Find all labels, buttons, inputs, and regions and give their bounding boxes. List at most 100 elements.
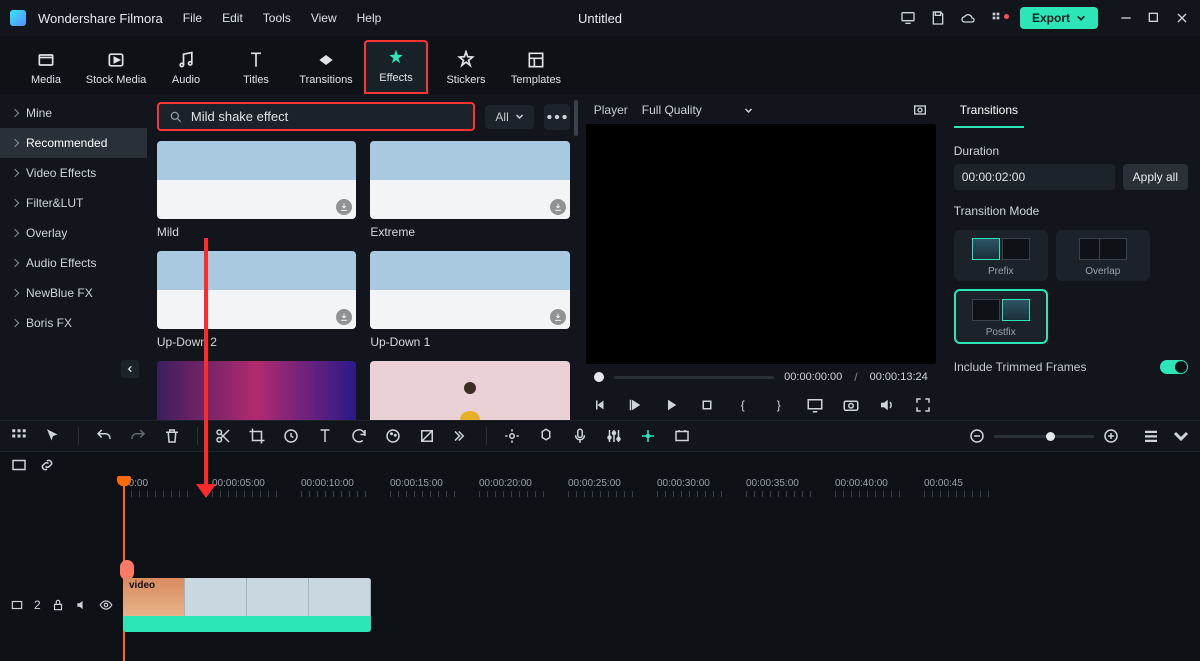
play-prev-button[interactable]: [626, 396, 644, 414]
volume-button[interactable]: [878, 396, 896, 414]
keyframe-button[interactable]: [503, 427, 521, 445]
prev-frame-button[interactable]: [590, 396, 608, 414]
tab-effects[interactable]: Effects: [364, 40, 428, 94]
mode-prefix[interactable]: Prefix: [954, 230, 1048, 281]
search-box[interactable]: [157, 102, 476, 131]
sidebar-item-recommended[interactable]: Recommended: [0, 128, 147, 158]
track-visibility-icon[interactable]: [99, 598, 113, 612]
scrollbar-thumb[interactable]: [574, 100, 578, 136]
more-tools-icon[interactable]: [452, 427, 470, 445]
auto-ripple-button[interactable]: [639, 427, 657, 445]
window-close-icon[interactable]: [1174, 10, 1190, 26]
undo-button[interactable]: [95, 427, 113, 445]
mark-out-button[interactable]: }: [770, 396, 788, 414]
monitor-icon[interactable]: [900, 10, 916, 26]
track-view-chevron-icon[interactable]: [1172, 427, 1190, 445]
effect-card-6[interactable]: [370, 361, 569, 420]
menu-view[interactable]: View: [311, 11, 337, 25]
marker-button[interactable]: [537, 427, 555, 445]
more-options-button[interactable]: [544, 104, 570, 130]
apps-icon[interactable]: [990, 10, 1006, 26]
fullscreen-button[interactable]: [914, 396, 932, 414]
tab-transitions[interactable]: Transitions: [294, 44, 358, 94]
current-time: 00:00:00:00: [784, 371, 842, 383]
sidebar-item-overlay[interactable]: Overlay: [0, 218, 147, 248]
split-button[interactable]: [214, 427, 232, 445]
sidebar-item-filter-lut[interactable]: Filter&LUT: [0, 188, 147, 218]
rotate-button[interactable]: [350, 427, 368, 445]
track-mute-icon[interactable]: [75, 598, 89, 612]
mark-in-button[interactable]: {: [734, 396, 752, 414]
color-button[interactable]: [384, 427, 402, 445]
zoom-out-button[interactable]: [968, 427, 986, 445]
sidebar-item-mine[interactable]: Mine: [0, 98, 147, 128]
mode-overlap[interactable]: Overlap: [1056, 230, 1150, 281]
voiceover-button[interactable]: [571, 427, 589, 445]
camera-icon[interactable]: [842, 396, 860, 414]
mode-postfix[interactable]: Postfix: [954, 289, 1048, 344]
timeline-clip[interactable]: video: [123, 578, 371, 632]
adjustment-button[interactable]: [418, 427, 436, 445]
quality-dropdown[interactable]: Full Quality: [642, 103, 753, 117]
playhead-grip-icon[interactable]: [117, 476, 131, 486]
include-trimmed-toggle[interactable]: [1160, 360, 1188, 374]
sidebar-item-video-effects[interactable]: Video Effects: [0, 158, 147, 188]
filter-dropdown[interactable]: All: [485, 105, 533, 129]
search-input[interactable]: [191, 109, 464, 124]
apply-all-button[interactable]: Apply all: [1123, 164, 1188, 190]
track-lock-icon[interactable]: [51, 598, 65, 612]
app-logo-icon: [10, 10, 26, 26]
window-minimize-icon[interactable]: [1118, 10, 1134, 26]
tab-templates[interactable]: Templates: [504, 44, 568, 94]
cloud-icon[interactable]: [960, 10, 976, 26]
track-view-options-icon[interactable]: [1142, 427, 1160, 445]
display-settings-button[interactable]: [806, 396, 824, 414]
effect-card-updown2[interactable]: Up-Down 2: [157, 251, 356, 349]
save-icon[interactable]: [930, 10, 946, 26]
timeline-link-icon[interactable]: [38, 456, 56, 474]
sidebar-item-newblue-fx[interactable]: NewBlue FX: [0, 278, 147, 308]
menu-help[interactable]: Help: [357, 11, 382, 25]
menu-file[interactable]: File: [183, 11, 202, 25]
tab-media[interactable]: Media: [14, 44, 78, 94]
text-button[interactable]: [316, 427, 334, 445]
tab-stickers[interactable]: Stickers: [434, 44, 498, 94]
stop-button[interactable]: [698, 396, 716, 414]
effect-card-extreme[interactable]: Extreme: [370, 141, 569, 239]
layout-icon[interactable]: [10, 427, 28, 445]
export-button[interactable]: Export: [1020, 7, 1098, 29]
zoom-slider[interactable]: [994, 435, 1094, 438]
sidebar-item-audio-effects[interactable]: Audio Effects: [0, 248, 147, 278]
select-tool-icon[interactable]: [44, 427, 62, 445]
timeline-ruler[interactable]: 00:0000:00:05:0000:00:10:0000:00:15:0000…: [0, 478, 1200, 508]
redo-button[interactable]: [129, 427, 147, 445]
chevron-right-icon: [11, 229, 19, 237]
playhead-dot-icon[interactable]: [594, 372, 604, 382]
effect-card-updown1[interactable]: Up-Down 1: [370, 251, 569, 349]
preview-canvas[interactable]: [586, 124, 936, 364]
effect-card-5[interactable]: [157, 361, 356, 420]
collapse-sidebar-button[interactable]: [121, 360, 139, 378]
track-media-icon[interactable]: [10, 598, 24, 612]
tab-audio[interactable]: Audio: [154, 44, 218, 94]
delete-button[interactable]: [163, 427, 181, 445]
mixer-button[interactable]: [605, 427, 623, 445]
effect-card-mild[interactable]: Mild: [157, 141, 356, 239]
menu-edit[interactable]: Edit: [222, 11, 243, 25]
speed-button[interactable]: [282, 427, 300, 445]
timeline-handle-icon[interactable]: [120, 560, 134, 580]
tab-stock-media[interactable]: Stock Media: [84, 44, 148, 94]
inspector-tab-transitions[interactable]: Transitions: [954, 94, 1024, 128]
crop-button[interactable]: [248, 427, 266, 445]
duration-input[interactable]: 00:00:02:00: [954, 164, 1115, 190]
timeline-thumbnail-icon[interactable]: [10, 456, 28, 474]
menu-tools[interactable]: Tools: [263, 11, 291, 25]
play-button[interactable]: [662, 396, 680, 414]
zoom-in-button[interactable]: [1102, 427, 1120, 445]
playback-slider[interactable]: [614, 376, 774, 379]
snapshot-icon[interactable]: [912, 102, 928, 118]
window-maximize-icon[interactable]: [1146, 10, 1162, 26]
render-button[interactable]: [673, 427, 691, 445]
sidebar-item-boris-fx[interactable]: Boris FX: [0, 308, 147, 338]
tab-titles[interactable]: Titles: [224, 44, 288, 94]
